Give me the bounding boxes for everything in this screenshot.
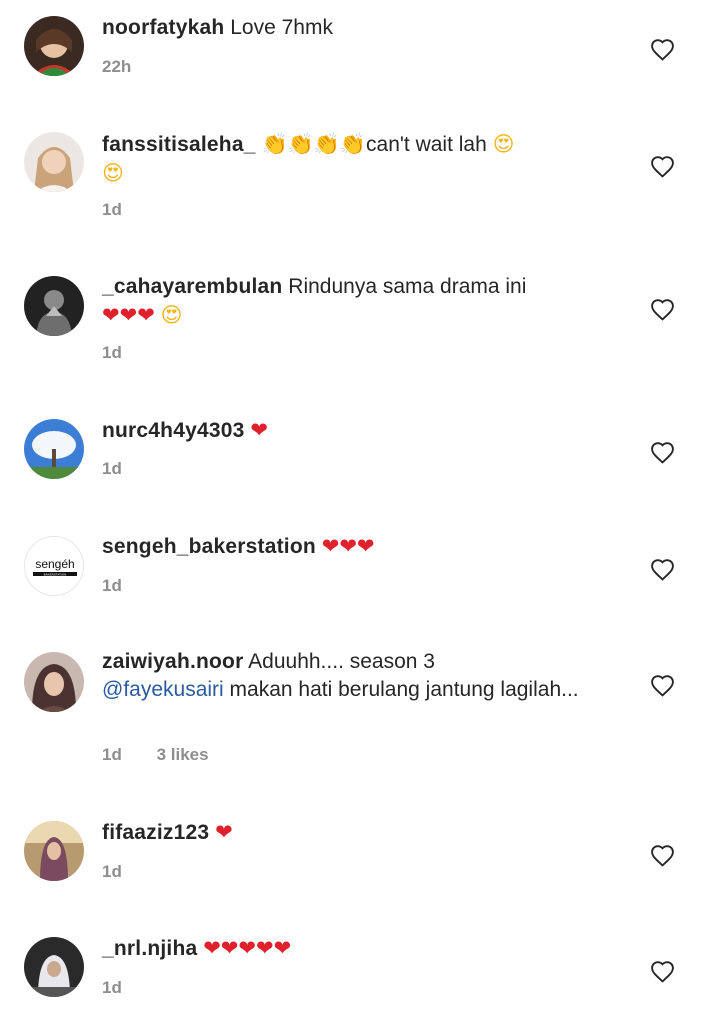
comment-username[interactable]: fanssitisaleha_ [102, 133, 256, 156]
comment-username[interactable]: sengeh_bakerstation [102, 535, 316, 558]
comment-message-continued: makan hati berulang jantung lagilah... [229, 678, 579, 701]
heart-outline-icon [651, 961, 674, 983]
heart-eyes-emoji: 😍 [160, 303, 183, 327]
comment-time: 1d [102, 459, 122, 478]
avatar[interactable] [24, 821, 84, 881]
red-heart-emoji: ❤ [215, 820, 233, 844]
comment-text: zaiwiyah.noor Aduuhh.... season 3 @fayek… [102, 648, 602, 704]
avatar[interactable] [24, 276, 84, 336]
avatar[interactable] [24, 419, 84, 479]
comment-time: 1d [102, 862, 122, 881]
comment-time: 22h [102, 57, 132, 76]
red-heart-emoji: ❤❤❤ [102, 303, 155, 327]
comment-likes-count[interactable]: 3 likes [157, 745, 209, 764]
like-button[interactable] [650, 298, 675, 321]
mention-link[interactable]: @fayekusairi [102, 678, 224, 701]
comment-message: can't wait lah [366, 133, 487, 156]
avatar[interactable] [24, 652, 84, 712]
like-button[interactable] [650, 38, 675, 61]
comment-meta: 22h [102, 57, 131, 77]
comment-username[interactable]: nurc4h4y4303 [102, 419, 245, 442]
comment-username[interactable]: zaiwiyah.noor [102, 650, 243, 673]
like-button[interactable] [650, 960, 675, 983]
comment-username[interactable]: fifaaziz123 [102, 821, 209, 844]
comment-time: 1d [102, 200, 122, 219]
like-button[interactable] [650, 441, 675, 464]
heart-outline-icon [651, 845, 674, 867]
comment-meta: 1d [102, 343, 122, 363]
red-heart-emoji: ❤❤❤❤❤ [203, 936, 292, 960]
heart-eyes-emoji: 😍 [492, 132, 515, 156]
sengeh-logo-subtext: BAKERSTATION [44, 572, 67, 576]
comment-time: 1d [102, 978, 122, 997]
heart-outline-icon [651, 675, 674, 697]
comment-message: Aduuhh.... season 3 [248, 650, 435, 673]
comment-message: Love 7hmk [230, 16, 333, 39]
red-heart-emoji: ❤ [250, 418, 268, 442]
comment-time: 1d [102, 343, 122, 362]
comment-message: Rindunya sama drama ini [288, 275, 527, 298]
comment-text: nurc4h4y4303 ❤ [102, 416, 602, 445]
red-heart-emoji: ❤❤❤ [321, 534, 375, 558]
comment-meta: 1d 3 likes [102, 745, 209, 765]
comment-username[interactable]: _cahayarembulan [102, 275, 282, 298]
heart-outline-icon [651, 39, 674, 61]
comment-meta: 1d [102, 862, 122, 882]
comment-meta: 1d [102, 576, 122, 596]
comment-text: _cahayarembulan Rindunya sama drama ini … [102, 273, 602, 330]
comment-text: noorfatykah Love 7hmk [102, 14, 602, 42]
comment-username[interactable]: _nrl.njiha [102, 937, 197, 960]
avatar[interactable] [24, 132, 84, 192]
heart-eyes-emoji: 😍 [102, 161, 124, 185]
avatar[interactable] [24, 937, 84, 997]
heart-outline-icon [651, 299, 674, 321]
heart-outline-icon [651, 442, 674, 464]
comment-text: sengeh_bakerstation ❤❤❤ [102, 532, 602, 561]
comment-text: fifaaziz123 ❤ [102, 818, 602, 847]
comment-time: 1d [102, 745, 122, 764]
comment-username[interactable]: noorfatykah [102, 16, 224, 39]
comment-time: 1d [102, 576, 122, 595]
comment-meta: 1d [102, 459, 122, 479]
heart-outline-icon [651, 156, 674, 178]
like-button[interactable] [650, 674, 675, 697]
clap-emoji: 👏👏👏👏 [261, 132, 367, 156]
sengeh-logo-text: sengéh [35, 557, 74, 571]
comment-meta: 1d [102, 978, 122, 998]
avatar[interactable]: sengéh BAKERSTATION [24, 536, 84, 596]
avatar[interactable] [24, 16, 84, 76]
comment-text: _nrl.njiha ❤❤❤❤❤ [102, 934, 602, 963]
like-button[interactable] [650, 558, 675, 581]
comment-meta: 1d [102, 200, 122, 220]
like-button[interactable] [650, 155, 675, 178]
like-button[interactable] [650, 844, 675, 867]
heart-outline-icon [651, 559, 674, 581]
comment-text: fanssitisaleha_ 👏👏👏👏can't wait lah 😍 😍 [102, 130, 602, 188]
